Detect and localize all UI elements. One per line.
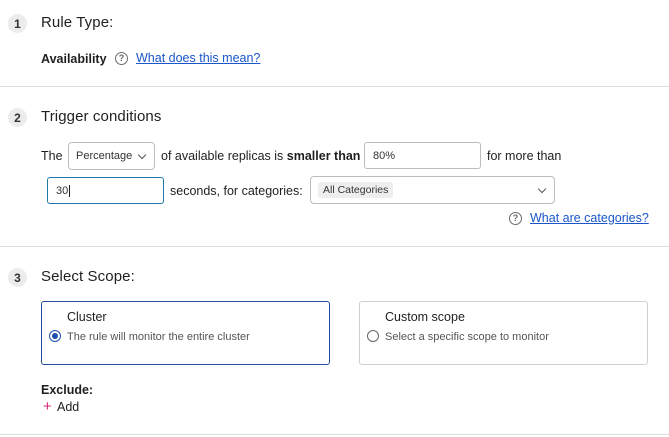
scope-card-description: The rule will monitor the entire cluster	[67, 331, 250, 343]
scope-card-description: Select a specific scope to monitor	[385, 331, 549, 343]
duration-input[interactable]: 30	[47, 177, 164, 204]
add-exclude-button[interactable]: + Add	[43, 399, 88, 415]
scope-card-cluster[interactable]: Cluster The rule will monitor the entire…	[41, 301, 330, 365]
step-badge-1: 1	[8, 14, 27, 33]
chevron-down-icon	[537, 184, 547, 194]
scope-card-title: Cluster	[67, 310, 107, 324]
radio-button-cluster[interactable]	[49, 330, 61, 342]
help-circle-icon: ?	[115, 52, 128, 65]
the-label: The	[41, 149, 63, 163]
seconds-categories-label: seconds, for categories:	[170, 184, 303, 198]
radio-button-custom[interactable]	[367, 330, 379, 342]
metric-select-value: Percentage	[76, 150, 133, 162]
threshold-input[interactable]: 80%	[364, 142, 481, 169]
section-title-select-scope: Select Scope:	[41, 268, 135, 285]
section-title-rule-type: Rule Type:	[41, 14, 114, 31]
of-available-text: of available replicas is	[161, 149, 284, 163]
what-does-this-mean-link[interactable]: What does this mean?	[136, 51, 260, 65]
scope-card-custom[interactable]: Custom scope Select a specific scope to …	[359, 301, 648, 365]
metric-select[interactable]: Percentage	[68, 142, 155, 170]
of-available-replicas-label: of available replicas is smaller than	[161, 149, 360, 163]
add-label: Add	[57, 400, 80, 414]
plus-icon: +	[43, 398, 52, 415]
section-divider	[0, 434, 669, 435]
section-divider	[0, 246, 669, 247]
categories-select[interactable]: All Categories	[310, 176, 555, 204]
what-are-categories-link[interactable]: What are categories?	[530, 211, 649, 225]
step-badge-2: 2	[8, 108, 27, 127]
section-title-trigger-conditions: Trigger conditions	[41, 108, 162, 125]
chevron-down-icon	[137, 150, 147, 160]
comparison-text: smaller than	[286, 149, 361, 163]
help-circle-icon: ?	[509, 212, 522, 225]
section-divider	[0, 86, 669, 87]
rule-type-value: Availability	[41, 52, 107, 66]
for-more-than-label: for more than	[487, 149, 562, 163]
exclude-label: Exclude:	[41, 383, 94, 397]
step-badge-3: 3	[8, 268, 27, 287]
text-caret	[69, 184, 71, 197]
category-chip: All Categories	[318, 182, 394, 198]
scope-card-title: Custom scope	[385, 310, 465, 324]
duration-input-value: 30	[56, 184, 69, 197]
